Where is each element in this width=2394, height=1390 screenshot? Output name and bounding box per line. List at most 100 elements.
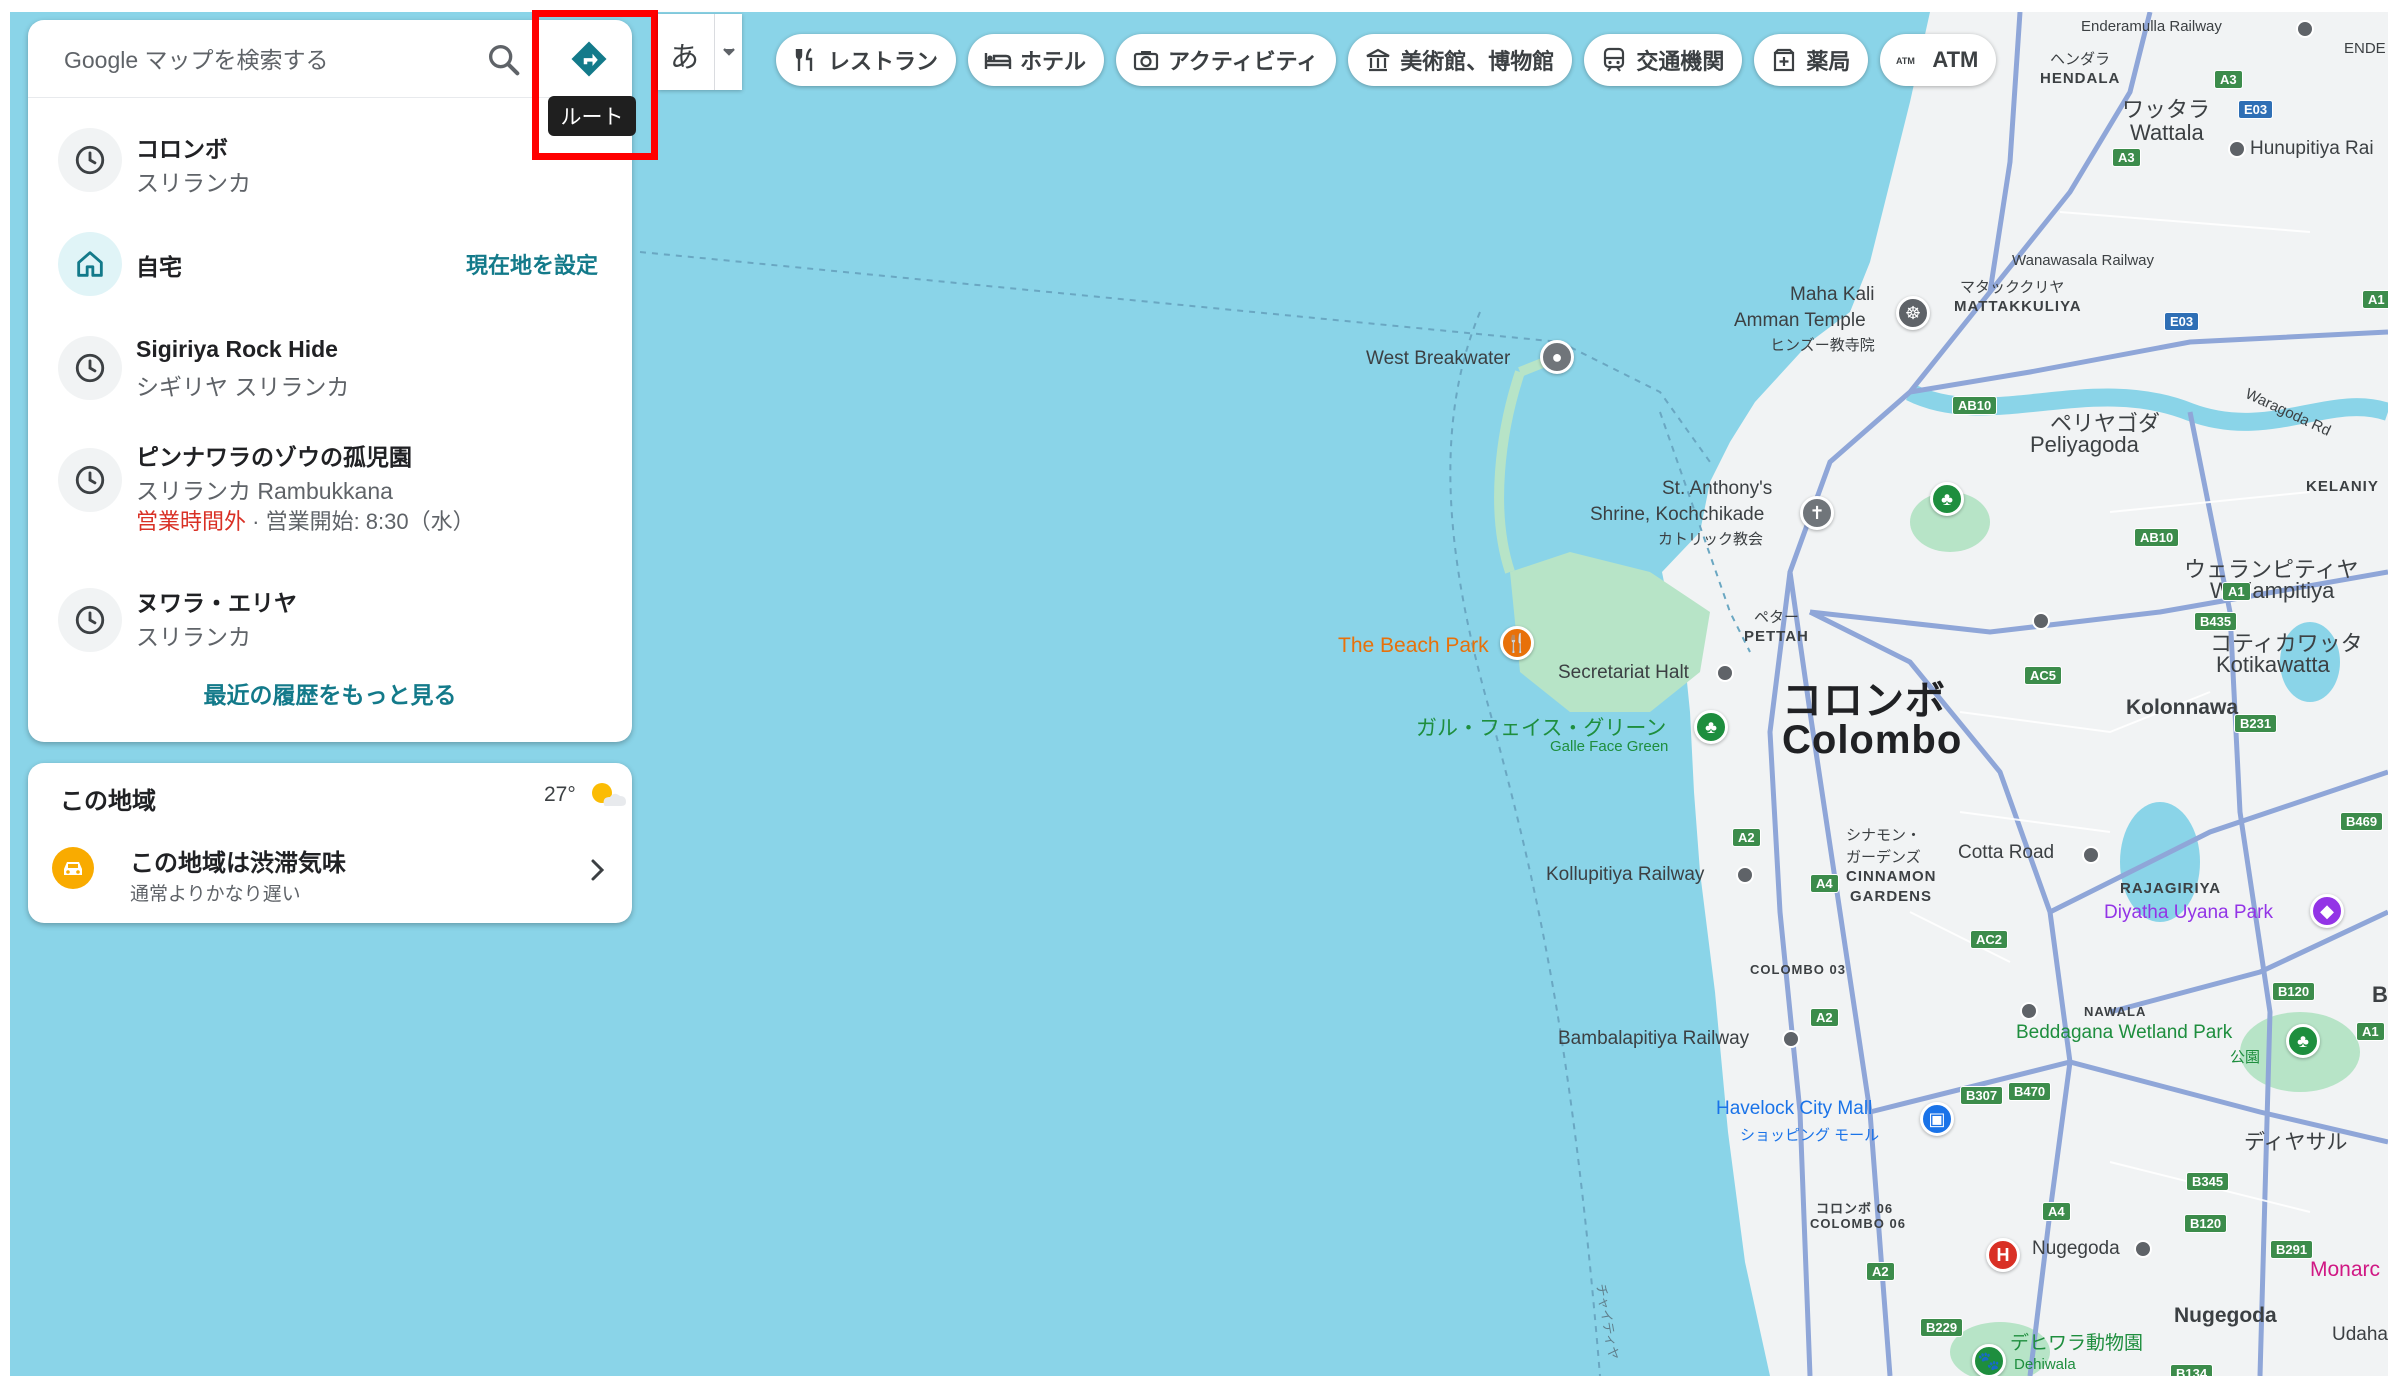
map-label-ende: ENDE xyxy=(2344,40,2386,57)
map-label-beddagana[interactable]: Beddagana Wetland Park xyxy=(2016,1022,2232,1044)
railway-icon[interactable] xyxy=(2228,140,2246,158)
road-shield: A2 xyxy=(1810,1008,1839,1027)
map-label-b: B xyxy=(2372,982,2388,1007)
map-label-havelock[interactable]: Havelock City Mall xyxy=(1716,1098,1872,1120)
temple-pin-icon[interactable]: ☸ xyxy=(1896,296,1930,330)
road-shield: B120 xyxy=(2184,1214,2228,1233)
chip-transit[interactable]: 交通機関 xyxy=(1584,34,1743,86)
road-shield: A2 xyxy=(1732,828,1761,847)
map-label-st-anthony-1[interactable]: St. Anthony's xyxy=(1662,478,1772,500)
history-title: Sigiriya Rock Hide xyxy=(136,336,338,362)
hotel-icon xyxy=(984,46,1012,74)
railway-icon[interactable] xyxy=(2134,1240,2152,1258)
history-title: ヌワラ・エリヤ xyxy=(136,590,297,616)
input-method-button[interactable]: あ xyxy=(670,34,699,76)
chip-activities[interactable]: アクティビティ xyxy=(1116,34,1337,86)
railway-icon[interactable] xyxy=(2032,612,2050,630)
road-shield: B120 xyxy=(2272,982,2316,1001)
search-input[interactable] xyxy=(64,42,484,78)
railway-icon[interactable] xyxy=(1716,664,1734,682)
set-home-location-link[interactable]: 現在地を設定 xyxy=(466,248,598,280)
map-label-colombo[interactable]: Colombo xyxy=(1782,718,1962,763)
park-pin-icon[interactable]: ♣ xyxy=(1694,710,1728,744)
history-item-nuwara-eliya[interactable]: ヌワラ・エリヤ スリランカ xyxy=(28,572,632,670)
input-method-dropdown[interactable] xyxy=(714,14,742,90)
map-label-dehiwala-jp[interactable]: デヒワラ動物園 xyxy=(2010,1328,2143,1355)
map-label-kollupitiya[interactable]: Kollupitiya Railway xyxy=(1546,864,1704,886)
chip-pharmacies[interactable]: 薬局 xyxy=(1754,34,1869,86)
railway-icon[interactable] xyxy=(2020,1002,2038,1020)
temperature[interactable]: 27° xyxy=(544,783,576,807)
map-label-peliyagoda[interactable]: Peliyagoda xyxy=(2030,432,2139,458)
traffic-status-row[interactable]: この地域は渋滞気味 通常よりかなり遅い xyxy=(28,827,632,917)
pharmacy-icon xyxy=(1770,46,1798,74)
road-shield: B134 xyxy=(2170,1364,2214,1376)
map-label-hunupitiya[interactable]: Hunupitiya Rai xyxy=(2250,138,2374,160)
zoo-pin-icon[interactable]: 🐾 xyxy=(1972,1344,2006,1376)
road-shield: A1 xyxy=(2356,1022,2385,1041)
map-label-beach-park[interactable]: The Beach Park xyxy=(1338,634,1489,658)
map-label-west-breakwater[interactable]: West Breakwater xyxy=(1366,348,1510,370)
clock-icon xyxy=(58,588,122,652)
map-label-kolonnawa[interactable]: Kolonnawa xyxy=(2126,696,2238,720)
history-subtitle: スリランカ Rambukkana xyxy=(136,478,393,504)
railway-icon[interactable] xyxy=(1736,866,1754,884)
map-label-bambalapitiya[interactable]: Bambalapitiya Railway xyxy=(1558,1028,1749,1050)
hospital-pin-icon[interactable]: H xyxy=(1986,1238,2020,1272)
chevron-right-icon xyxy=(584,853,612,887)
railway-icon[interactable] xyxy=(2296,20,2314,38)
map-label-amman-temple[interactable]: Amman Temple xyxy=(1734,310,1866,332)
opening-status: 営業時間外 · 営業開始: 8:30（水） xyxy=(136,504,475,536)
road-shield: AC2 xyxy=(1970,930,2009,949)
map-label-colombo03: COLOMBO 03 xyxy=(1750,962,1846,977)
railway-icon[interactable] xyxy=(1782,1030,1800,1048)
search-icon[interactable] xyxy=(484,40,524,80)
map-label-galle-face[interactable]: Galle Face Green xyxy=(1550,738,1668,755)
railway-icon[interactable] xyxy=(2082,846,2100,864)
more-history-link[interactable]: 最近の履歴をもっと見る xyxy=(28,676,632,710)
closed-status: 営業時間外 xyxy=(136,509,247,534)
map-label-dehiwala[interactable]: Dehiwala xyxy=(2014,1356,2076,1373)
chip-hotels[interactable]: ホテル xyxy=(968,34,1105,86)
history-item-sigiriya[interactable]: Sigiriya Rock Hide シギリヤ スリランカ xyxy=(28,320,632,418)
road-shield: A3 xyxy=(2214,70,2243,89)
map-label-pettah: PETTAH xyxy=(1744,628,1809,645)
park-pin-icon[interactable]: ♣ xyxy=(2286,1024,2320,1058)
directions-button[interactable] xyxy=(554,30,624,88)
map-label-cotta-road[interactable]: Cotta Road xyxy=(1958,842,2054,864)
chip-label: レストラン xyxy=(828,49,939,74)
map-label-enderamulla[interactable]: Enderamulla Railway xyxy=(2081,18,2222,35)
chip-museums[interactable]: 美術館、博物館 xyxy=(1348,34,1573,86)
map-label-monara[interactable]: Monarc xyxy=(2310,1258,2380,1282)
map-label-nugegoda[interactable]: Nugegoda xyxy=(2174,1304,2277,1328)
restaurant-pin-icon[interactable]: 🍴 xyxy=(1500,626,1534,660)
road-shield: A1 xyxy=(2222,582,2251,601)
attraction-pin-icon[interactable]: ◆ xyxy=(2310,894,2344,928)
partly-sunny-icon[interactable] xyxy=(588,779,628,811)
map-label-nugegoda-rail[interactable]: Nugegoda xyxy=(2032,1238,2120,1260)
museum-icon xyxy=(1364,46,1392,74)
map-label-catholic-jp: カトリック教会 xyxy=(1658,531,1764,548)
park-pin-icon[interactable]: ♣ xyxy=(1930,482,1964,516)
map-label-nawala: NAWALA xyxy=(2084,1004,2147,1019)
history-item-home[interactable]: 自宅 現在地を設定 xyxy=(28,216,632,314)
map-label-wanawasala[interactable]: Wanawasala Railway xyxy=(2012,252,2154,269)
map-label-secretariat[interactable]: Secretariat Halt xyxy=(1558,662,1689,684)
shopping-pin-icon[interactable]: ▣ xyxy=(1920,1102,1954,1136)
home-icon xyxy=(58,232,122,296)
history-item-pinnawala[interactable]: ピンナワラのゾウの孤児園 スリランカ Rambukkana 営業時間外 · 営業… xyxy=(28,424,632,564)
location-pin-icon[interactable]: ● xyxy=(1540,340,1574,374)
map-label-st-anthony-2[interactable]: Shrine, Kochchikade xyxy=(1590,504,1764,526)
map-label-maha-kali[interactable]: Maha Kali xyxy=(1790,284,1875,306)
map-label-wattala[interactable]: Wattala xyxy=(2130,120,2204,146)
chevron-down-icon xyxy=(722,48,735,56)
history-title: 自宅 xyxy=(136,254,182,280)
map-label-kotikawatta[interactable]: Kotikawatta xyxy=(2216,652,2330,678)
road-shield: B435 xyxy=(2194,612,2238,631)
camera-icon xyxy=(1132,46,1160,74)
chip-atm[interactable]: ATM ATM xyxy=(1880,34,1997,86)
map-label-diyatha[interactable]: Diyatha Uyana Park xyxy=(2104,902,2273,924)
chip-restaurants[interactable]: レストラン xyxy=(776,34,957,86)
map-label-udaha[interactable]: Udaha xyxy=(2332,1324,2388,1346)
church-pin-icon[interactable]: ✝ xyxy=(1800,496,1834,530)
